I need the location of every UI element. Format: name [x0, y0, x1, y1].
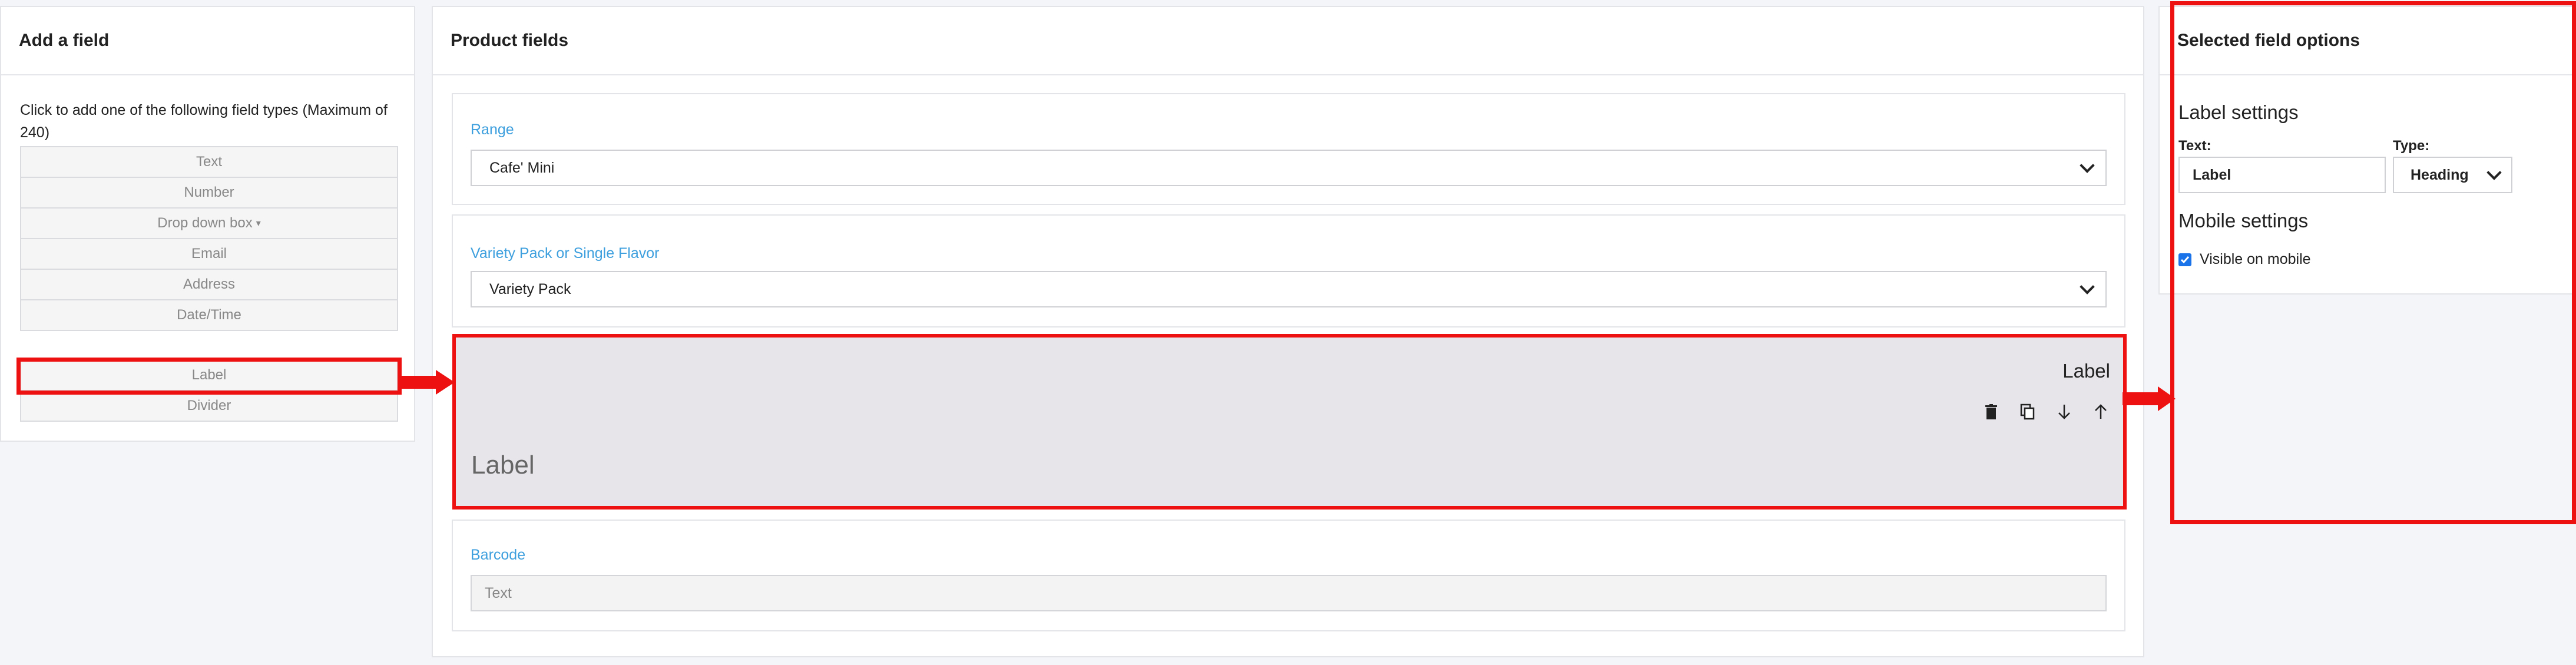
add-email-field-button[interactable]: Email: [20, 238, 398, 270]
add-address-field-button[interactable]: Address: [20, 269, 398, 300]
button-label: Email: [191, 246, 227, 262]
arrow-down-icon[interactable]: [2054, 401, 2075, 422]
add-text-field-button[interactable]: Text: [20, 146, 398, 178]
barcode-text-input[interactable]: Text: [471, 575, 2107, 611]
field-options-title: Selected field options: [2160, 7, 2575, 75]
add-number-field-button[interactable]: Number: [20, 177, 398, 209]
add-dropdown-field-button[interactable]: Drop down box ▾: [20, 207, 398, 239]
add-field-title: Add a field: [1, 7, 414, 75]
range-select-value: Cafe' Mini: [489, 159, 555, 176]
add-label-field-button[interactable]: Label: [20, 359, 398, 391]
barcode-field-label: Barcode: [471, 547, 526, 563]
chevron-down-icon: [2080, 279, 2095, 295]
button-label: Date/Time: [177, 307, 241, 323]
product-fields-title: Product fields: [433, 7, 2143, 75]
visible-on-mobile-row: Visible on mobile: [2178, 251, 2311, 268]
button-label: Address: [183, 276, 236, 292]
range-field-card[interactable]: Range Cafe' Mini: [452, 93, 2125, 205]
button-label: Number: [184, 184, 234, 200]
field-type-list: Text Number Drop down box ▾ Email Address…: [20, 146, 398, 331]
product-fields-panel: Product fields Range Cafe' Mini Variety …: [432, 6, 2144, 657]
range-select[interactable]: Cafe' Mini: [471, 150, 2107, 186]
chevron-down-icon: [2080, 158, 2095, 173]
visible-on-mobile-checkbox[interactable]: [2178, 253, 2191, 266]
trash-icon[interactable]: [1981, 401, 2002, 422]
add-field-instructions: Click to add one of the following field …: [20, 102, 388, 141]
variety-field-card[interactable]: Variety Pack or Single Flavor Variety Pa…: [452, 214, 2125, 327]
label-field-type-title: Label: [2062, 360, 2110, 382]
label-field-text: Label: [471, 451, 535, 479]
caret-down-icon: ▾: [256, 219, 261, 229]
label-type-value: Heading: [2411, 166, 2469, 183]
button-label: Divider: [187, 398, 231, 413]
visible-on-mobile-label: Visible on mobile: [2200, 251, 2311, 267]
chevron-down-icon: [2486, 165, 2502, 180]
check-icon: [2180, 256, 2190, 263]
button-label: Label: [191, 367, 227, 383]
field-options-panel: Selected field options Label settings Te…: [2158, 6, 2576, 295]
label-text-value: Label: [2193, 166, 2231, 183]
label-type-select[interactable]: Heading: [2393, 157, 2512, 193]
variety-select[interactable]: Variety Pack: [471, 271, 2107, 307]
copy-icon[interactable]: [2017, 401, 2038, 422]
label-field-card[interactable]: Label Label: [452, 334, 2127, 509]
type-option-label: Type:: [2393, 138, 2430, 154]
text-option-label: Text:: [2178, 138, 2211, 154]
variety-field-label: Variety Pack or Single Flavor: [471, 245, 660, 262]
button-label: Drop down box: [157, 215, 253, 231]
add-field-panel: Add a field Click to add one of the foll…: [0, 6, 415, 442]
button-label: Text: [196, 154, 222, 170]
field-toolbar: [1981, 401, 2111, 422]
range-field-label: Range: [471, 121, 514, 138]
barcode-placeholder: Text: [485, 584, 512, 601]
label-text-input[interactable]: Label: [2178, 157, 2386, 193]
mobile-settings-heading: Mobile settings: [2178, 210, 2309, 231]
layout-type-list: Label Divider: [20, 359, 398, 422]
add-datetime-field-button[interactable]: Date/Time: [20, 299, 398, 331]
barcode-field-card[interactable]: Barcode Text: [452, 520, 2125, 631]
variety-select-value: Variety Pack: [489, 280, 571, 297]
add-divider-field-button[interactable]: Divider: [20, 390, 398, 422]
label-settings-heading: Label settings: [2178, 101, 2299, 123]
arrow-up-icon[interactable]: [2090, 401, 2111, 422]
